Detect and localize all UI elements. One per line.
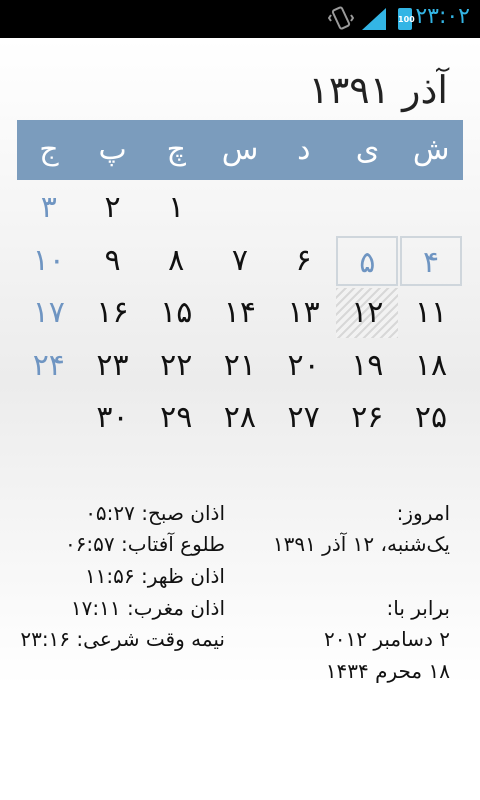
day-cell[interactable]: ۲۷	[273, 393, 335, 443]
weekday-mon: د	[297, 132, 311, 167]
equivalent-label: برابر با:	[386, 596, 450, 620]
day-cell[interactable]: ۱۵	[145, 288, 207, 338]
day-cell[interactable]: ۶	[273, 236, 335, 286]
calendar-screen: آذر ۱۳۹۱ ش ی د س چ پ ج ۱ ۲ ۳ ۴ ۵ ۶ ۷ ۸ ۹ ۱۰ ۱۱ ۱۲ ۱۳…	[0, 38, 480, 800]
day-cell[interactable]: ۲۱	[209, 341, 271, 391]
month-title: آذر ۱۳۹۱	[308, 68, 448, 112]
prayer-sunrise: طلوع آفتاب: ۰۶:۵۷	[64, 532, 225, 556]
day-cell[interactable]: ۱۴	[209, 288, 271, 338]
weekday-wed: چ	[166, 132, 187, 167]
vibrate-icon	[327, 6, 355, 36]
day-cell[interactable]: ۱۱	[400, 288, 462, 338]
day-cell[interactable]: ۵	[336, 235, 399, 286]
day-cell[interactable]: ۳	[18, 183, 80, 233]
day-cell[interactable]: ۲۶	[336, 393, 398, 443]
day-cell[interactable]: ۲	[82, 183, 144, 233]
day-cell[interactable]: ۱۶	[82, 288, 144, 338]
signal-icon	[362, 8, 386, 34]
day-cell[interactable]: ۲۲	[145, 341, 207, 391]
day-cell[interactable]: ۱	[145, 183, 207, 233]
hijri-date: ۱۸ محرم ۱۴۳۴	[325, 659, 450, 683]
day-cell[interactable]: ۲۰	[273, 341, 335, 391]
day-cell[interactable]: ۲۹	[145, 393, 207, 443]
day-cell[interactable]: ۴	[400, 235, 462, 286]
weekday-sun: ی	[355, 132, 380, 167]
day-cell[interactable]: ۱۷	[18, 288, 80, 338]
prayer-fajr: اذان صبح: ۰۵:۲۷	[85, 501, 225, 525]
day-cell[interactable]: ۱۹	[336, 341, 398, 391]
status-time: ۲۳:۰۲	[415, 4, 470, 29]
day-cell[interactable]: ۲۸	[209, 393, 271, 443]
day-cell[interactable]: ۱۳	[273, 288, 335, 338]
day-cell[interactable]: ۲۳	[82, 341, 144, 391]
day-cell[interactable]: ۱۸	[400, 341, 462, 391]
weekday-fri: ج	[39, 132, 59, 167]
weekday-thu: پ	[98, 132, 127, 167]
day-cell[interactable]: ۲۴	[18, 341, 80, 391]
day-cell[interactable]: ۸	[145, 236, 207, 286]
day-cell[interactable]: ۱۲	[336, 288, 399, 338]
prayer-maghrib: اذان مغرب: ۱۷:۱۱	[70, 596, 225, 620]
gregorian-date: ۲ دسامبر ۲۰۱۲	[324, 627, 450, 651]
day-cell[interactable]: ۷	[209, 236, 271, 286]
weekday-tue: س	[221, 132, 259, 167]
battery-level: 100	[398, 15, 415, 24]
today-label: امروز:	[396, 501, 450, 525]
status-bar: 100 ۲۳:۰۲	[0, 0, 480, 38]
prayer-midnight: نیمه وقت شرعی: ۲۳:۱۶	[20, 627, 225, 651]
weekday-header: ش ی د س چ پ ج	[17, 120, 463, 180]
today-date: یک‌شنبه، ۱۲ آذر ۱۳۹۱	[272, 532, 450, 556]
prayer-dhuhr: اذان ظهر: ۱۱:۵۶	[84, 564, 225, 588]
day-cell[interactable]: ۱۰	[18, 236, 80, 286]
weekday-sat: ش	[412, 132, 450, 167]
day-cell[interactable]: ۳۰	[82, 393, 144, 443]
day-cell[interactable]: ۲۵	[400, 393, 462, 443]
day-cell[interactable]: ۹	[82, 236, 144, 286]
battery-icon: 100	[398, 8, 415, 30]
